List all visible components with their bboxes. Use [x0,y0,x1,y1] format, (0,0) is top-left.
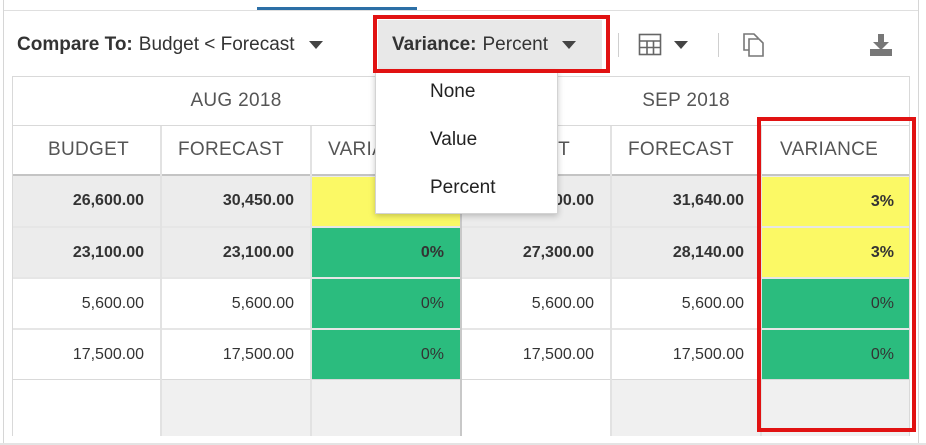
table-layout-icon [638,33,662,56]
variance-cell: 0% [312,228,460,277]
copy-icon [743,33,764,57]
table-cell: 17,500.00 [672,346,744,363]
menu-item-value[interactable]: Value [430,129,477,151]
variance-cell: 0% [762,330,910,379]
grid-line [909,76,910,436]
table-cell: 5,600.00 [681,295,744,312]
column-header-forecast[interactable]: FORECAST [612,126,760,174]
menu-item-none[interactable]: None [430,81,475,103]
empty-cell [162,380,310,436]
table-cell: 17,500.00 [222,346,294,363]
top-divider [4,10,918,11]
variance-value: Percent [482,34,548,55]
download-icon [870,34,892,56]
compare-to-value: Budget < Forecast [138,34,295,55]
empty-cell [762,380,910,436]
table-cell: 31,640.00 [672,192,744,209]
variance-dropdown[interactable]: Variance: Percent [378,20,602,70]
menu-item-percent[interactable]: Percent [430,177,495,199]
column-header-forecast[interactable]: FORECAST [162,126,310,174]
copy-button[interactable] [742,32,766,58]
compare-to-dropdown[interactable]: Compare To: Budget < Forecast [17,32,323,58]
variance-cell: 0% [312,279,460,328]
variance-cell: 3% [762,177,910,226]
compare-to-label: Compare To: [17,34,133,55]
table-cell: 5,600.00 [81,295,144,312]
table-cell: 28,140.00 [672,244,744,261]
table-cell: 23,100.00 [222,244,294,261]
variance-cell: 3% [762,228,910,277]
grid-line [760,126,762,436]
table-cell: 30,450.00 [222,192,294,209]
empty-cell [312,380,460,436]
app-frame: Compare To: Budget < Forecast Variance: … [0,0,926,445]
table-cell: 26,600.00 [72,192,144,209]
table-cell: 5,600.00 [531,295,594,312]
chevron-down-icon [561,41,576,49]
toolbar-separator [618,33,619,57]
column-header-budget[interactable]: BUDGET [12,126,160,174]
variance-label: Variance: [392,34,477,55]
grid-line [12,76,13,436]
variance-cell: 0% [762,279,910,328]
frame-border-left [3,0,4,445]
variance-dropdown-menu: None Value Percent [375,71,558,214]
grid-line [310,126,312,436]
download-button[interactable] [868,32,894,58]
table-cell: 17,500.00 [522,346,594,363]
grid-line [160,126,162,436]
variance-cell: 0% [312,330,460,379]
empty-cell [612,380,760,436]
table-cell: 23,100.00 [72,244,144,261]
table-cell: 17,500.00 [72,346,144,363]
toolbar-separator [718,33,719,57]
table-layout-button[interactable] [638,32,688,58]
frame-border-right [918,0,919,445]
grid-line [610,126,612,436]
table-cell: 27,300.00 [522,244,594,261]
table-cell: 5,600.00 [231,295,294,312]
column-header-variance[interactable]: VARIANCE [762,126,910,174]
chevron-down-icon [308,41,323,49]
chevron-down-icon [674,41,688,49]
active-tab-indicator [257,7,417,10]
